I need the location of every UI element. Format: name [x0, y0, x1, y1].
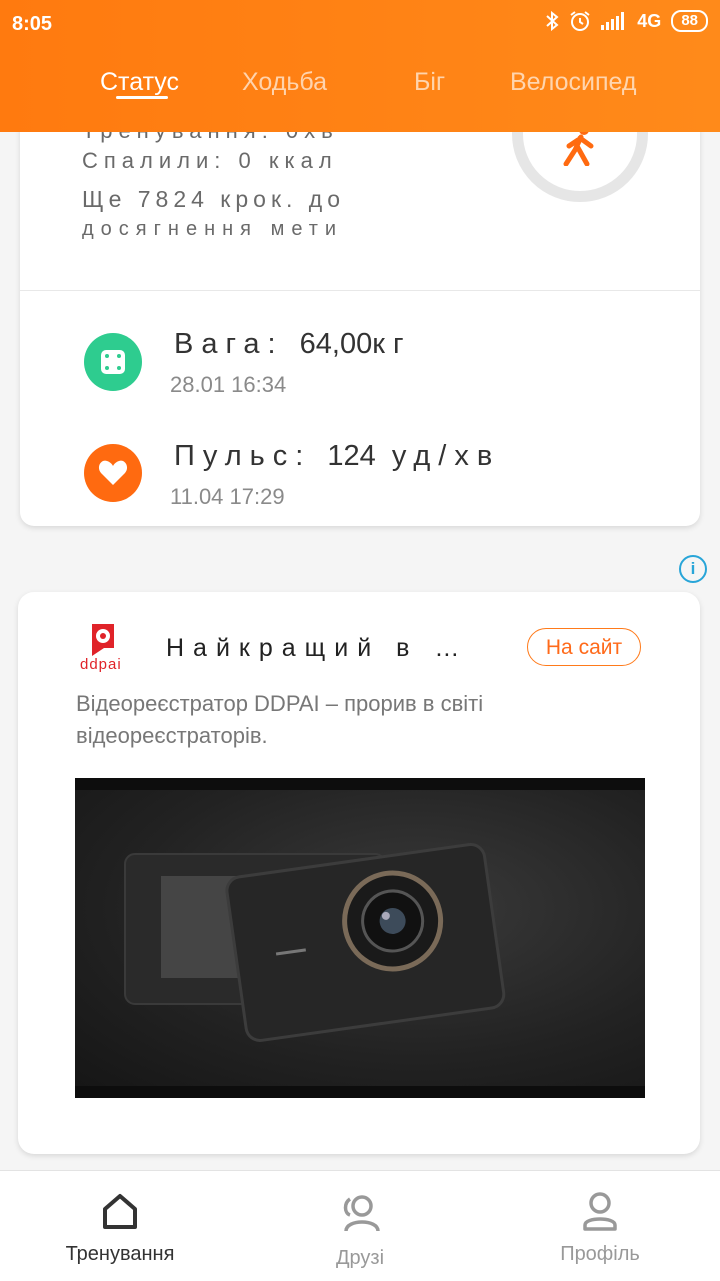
ad-card[interactable]: ddpai Найкращий в … На сайт Відеореєстра… [18, 592, 700, 1154]
dashcam-image [124, 842, 506, 1042]
pulse-value: 124 [327, 440, 376, 472]
weight-unit: кг [372, 328, 412, 360]
network-type: 4G [637, 10, 662, 31]
weight-row[interactable]: Вага: 64,00кг [174, 328, 412, 361]
heart-icon[interactable] [84, 444, 142, 502]
weight-timestamp: 28.01 16:34 [170, 372, 287, 397]
divider [20, 290, 700, 291]
visit-site-button[interactable]: На сайт [527, 628, 641, 666]
bottom-navigation: Тренування Друзі Профіль [0, 1170, 720, 1281]
pulse-row[interactable]: Пульс: 124 уд/хв [174, 440, 500, 473]
weight-value: 64,00 [299, 328, 373, 360]
status-icons: 4G 88 [545, 10, 708, 32]
bluetooth-icon [546, 11, 559, 31]
status-time: 8:05 [12, 13, 53, 35]
alarm-icon [570, 11, 590, 31]
home-icon [103, 1194, 137, 1229]
ad-image[interactable] [75, 778, 645, 1098]
profile-icon [583, 1192, 617, 1231]
nav-training[interactable]: Тренування [0, 1171, 240, 1281]
friends-icon [343, 1195, 380, 1232]
status-bar: 8:05 4G 88 [0, 0, 720, 48]
nav-profile-label: Профіль [560, 1243, 640, 1265]
ad-brand: ddpai [80, 656, 122, 673]
weight-label: Вага: [174, 328, 284, 360]
signal-icon [601, 12, 625, 30]
nav-profile[interactable]: Профіль [480, 1171, 720, 1281]
calories-burned: Спалили: 0 ккал [82, 148, 338, 173]
tab-running[interactable]: Біг [414, 68, 445, 97]
nav-friends[interactable]: Друзі [240, 1171, 480, 1281]
goal-text: досягнення мети [82, 218, 344, 240]
nav-friends-label: Друзі [335, 1247, 385, 1269]
status-card: Тренування: 0хв Спалили: 0 ккал Ще 7824 … [20, 66, 700, 526]
tab-cycling[interactable]: Велосипед [510, 68, 636, 97]
ad-description: Відеореєстратор DDPAI – прорив в світі в… [76, 691, 484, 748]
pulse-unit: уд/хв [391, 440, 501, 472]
pulse-label: Пульс: [174, 440, 312, 472]
ad-info-icon[interactable]: i [679, 555, 707, 583]
tab-walking[interactable]: Ходьба [242, 68, 327, 97]
scale-icon[interactable] [84, 333, 142, 391]
nav-training-label: Тренування [65, 1243, 175, 1265]
battery-icon: 88 [671, 10, 708, 32]
steps-remaining: Ще 7824 крок. до [82, 186, 346, 212]
app-header: 8:05 4G 88 Статус Ходьба Біг Велосипед [0, 0, 720, 132]
tab-status[interactable]: Статус [100, 68, 179, 97]
tab-bar: Статус Ходьба Біг Велосипед [0, 48, 720, 132]
ad-title: Найкращий в … [166, 634, 469, 662]
pulse-timestamp: 11.04 17:29 [170, 484, 285, 509]
tab-indicator [116, 96, 168, 99]
